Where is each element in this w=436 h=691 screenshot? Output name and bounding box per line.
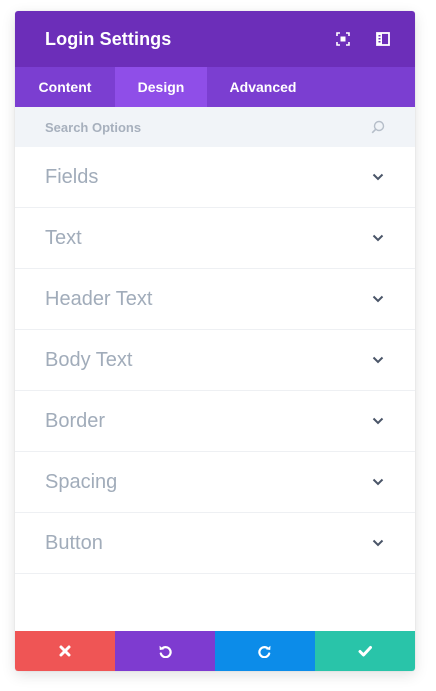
- section-body-text[interactable]: Body Text: [15, 330, 415, 391]
- section-border[interactable]: Border: [15, 391, 415, 452]
- undo-button[interactable]: [115, 631, 215, 671]
- search-icon[interactable]: [371, 120, 385, 134]
- section-label: Body Text: [45, 348, 133, 371]
- tab-bar: Content Design Advanced: [15, 67, 415, 107]
- options-list: Fields Text Header Text Body Text Border…: [15, 147, 415, 574]
- check-icon: [358, 646, 372, 657]
- redo-button[interactable]: [215, 631, 315, 671]
- modal-title: Login Settings: [45, 28, 172, 49]
- tab-content[interactable]: Content: [15, 67, 115, 107]
- close-icon: [59, 645, 71, 657]
- chevron-down-icon: [372, 295, 384, 303]
- section-label: Text: [45, 226, 82, 249]
- section-label: Button: [45, 531, 103, 554]
- redo-icon: [258, 645, 271, 658]
- header-actions: [335, 11, 391, 67]
- undo-icon: [159, 645, 172, 658]
- section-header-text[interactable]: Header Text: [15, 269, 415, 330]
- chevron-down-icon: [372, 356, 384, 364]
- section-label: Header Text: [45, 287, 153, 310]
- chevron-down-icon: [372, 417, 384, 425]
- expand-icon[interactable]: [335, 31, 351, 47]
- section-label: Spacing: [45, 470, 118, 493]
- section-button[interactable]: Button: [15, 513, 415, 574]
- chevron-down-icon: [372, 234, 384, 242]
- section-text[interactable]: Text: [15, 208, 415, 269]
- section-label: Border: [45, 409, 106, 432]
- discard-button[interactable]: [15, 631, 115, 671]
- chevron-down-icon: [372, 478, 384, 486]
- settings-modal: Login Settings Content Design Advanced S…: [15, 11, 415, 671]
- section-label: Fields: [45, 165, 99, 188]
- sidebar-layout-icon[interactable]: [375, 31, 391, 47]
- tab-advanced[interactable]: Advanced: [207, 67, 319, 107]
- save-button[interactable]: [315, 631, 415, 671]
- search-bar: [15, 107, 415, 147]
- chevron-down-icon: [372, 173, 384, 181]
- search-input[interactable]: [45, 119, 345, 135]
- modal-header: Login Settings: [15, 11, 415, 67]
- section-fields[interactable]: Fields: [15, 147, 415, 208]
- section-spacing[interactable]: Spacing: [15, 452, 415, 513]
- modal-footer: [15, 631, 415, 671]
- chevron-down-icon: [372, 539, 384, 547]
- tab-design[interactable]: Design: [115, 67, 207, 107]
